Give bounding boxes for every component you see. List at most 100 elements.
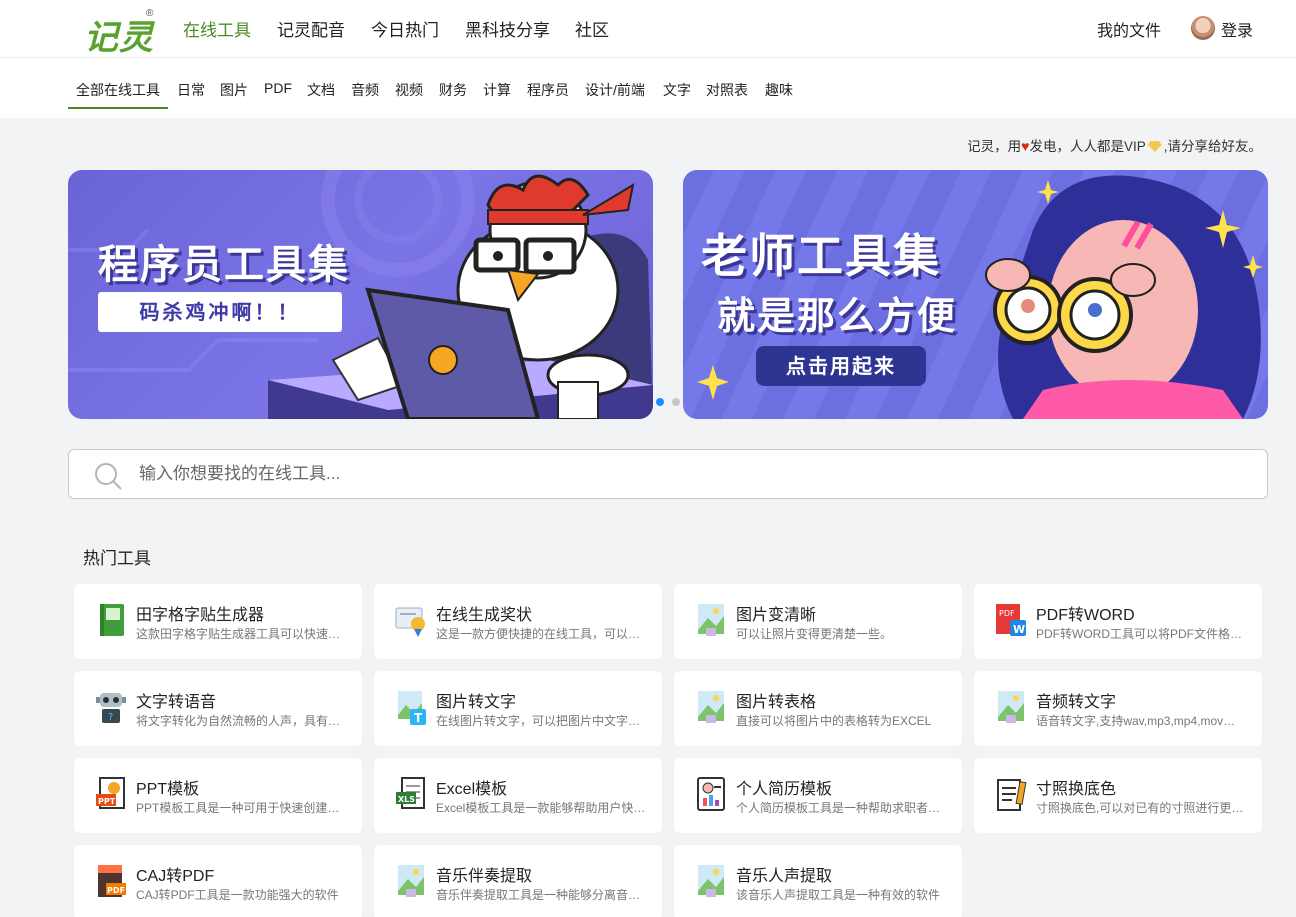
category-calc[interactable]: 计算 [483, 80, 511, 100]
tool-title: 音乐人声提取 [736, 868, 833, 885]
tool-card[interactable]: 寸照换底色 寸照换底色,可以对已有的寸照进行更换底色 [974, 758, 1262, 833]
banner-programmer-tools[interactable]: 程序员工具集 码杀鸡冲啊！！ [68, 170, 653, 419]
banner-teacher-tools[interactable]: 老师工具集 就是那么方便 点击用起来 [683, 170, 1268, 419]
tool-card[interactable]: PDF W PDF转WORD PDF转WORD工具可以将PDF文件格式转换 [974, 584, 1262, 659]
tool-card[interactable]: 图片变清晰 可以让照片变得更清楚一些。 [674, 584, 962, 659]
tool-card[interactable]: 音乐伴奏提取 音乐伴奏提取工具是一种能够分离音乐伴奏 [374, 845, 662, 917]
tool-title: 田字格字贴生成器 [136, 607, 265, 624]
category-audio[interactable]: 音频 [351, 80, 379, 100]
tool-title: PPT模板 [136, 781, 200, 798]
tool-title: 图片转文字 [436, 694, 517, 711]
tool-desc: CAJ转PDF工具是一款功能强大的软件 [136, 888, 339, 902]
tool-title: 图片转表格 [736, 694, 817, 711]
category-pdf[interactable]: PDF [264, 80, 292, 96]
banner-teacher-button[interactable]: 点击用起来 [756, 346, 926, 386]
search-box[interactable] [68, 449, 1268, 499]
diamond-icon [1147, 141, 1162, 152]
tool-card[interactable]: 音频转文字 语音转文字,支持wav,mp3,mp4,mov等格式 [974, 671, 1262, 746]
tool-title: 寸照换底色 [1036, 781, 1117, 798]
banner-teacher-title: 老师工具集 [701, 229, 941, 283]
tool-desc: 直接可以将图片中的表格转为EXCEL [736, 714, 932, 728]
category-text[interactable]: 文字 [663, 80, 691, 100]
tool-desc: 这款田字格字贴生成器工具可以快速生成字帖 [136, 627, 346, 641]
category-all[interactable]: 全部在线工具 [76, 80, 160, 100]
svg-text:?: ? [108, 712, 113, 723]
carousel-dot[interactable] [672, 398, 680, 406]
tool-card[interactable]: XLS Excel模板 Excel模板工具是一款能够帮助用户快速创建 [374, 758, 662, 833]
tool-desc: PDF转WORD工具可以将PDF文件格式转换 [1036, 627, 1246, 641]
grid-book-icon [100, 604, 124, 636]
my-files-link[interactable]: 我的文件 [1097, 17, 1161, 41]
tool-title: 文字转语音 [136, 694, 217, 711]
category-active-indicator [68, 107, 168, 109]
tool-title: PDF转WORD [1036, 607, 1135, 624]
tool-desc: 语音转文字,支持wav,mp3,mp4,mov等格式 [1036, 714, 1246, 728]
nav-tech-share[interactable]: 黑科技分享 [465, 16, 550, 41]
image-text-icon: T [398, 691, 426, 725]
tool-title: 图片变清晰 [736, 607, 817, 624]
svg-text:T: T [414, 711, 423, 725]
banner-programmer-tag: 码杀鸡冲啊！！ [98, 292, 342, 332]
tool-title: 音频转文字 [1036, 694, 1117, 711]
pdf-word-icon: PDF W [996, 604, 1026, 636]
tool-desc: Excel模板工具是一款能够帮助用户快速创建 [436, 801, 646, 815]
tool-card[interactable]: 田字格字贴生成器 这款田字格字贴生成器工具可以快速生成字帖 [74, 584, 362, 659]
category-video[interactable]: 视频 [395, 80, 423, 100]
category-design[interactable]: 设计/前端 [585, 80, 645, 100]
category-daily[interactable]: 日常 [177, 80, 205, 100]
tool-card[interactable]: ? 文字转语音 将文字转化为自然流畅的人声，具有多种音色 [74, 671, 362, 746]
notice-text-3: ,请分享给好友。 [1163, 139, 1262, 154]
login-link[interactable]: 登录 [1221, 17, 1253, 41]
tool-desc: PPT模板工具是一种可用于快速创建演示文稿 [136, 801, 346, 815]
category-programmer[interactable]: 程序员 [527, 80, 569, 100]
nav-community[interactable]: 社区 [575, 16, 609, 41]
tool-desc: 音乐伴奏提取工具是一种能够分离音乐伴奏 [436, 888, 646, 902]
category-fun[interactable]: 趣味 [765, 80, 793, 100]
svg-text:PPT: PPT [98, 797, 116, 806]
tool-card[interactable]: 音乐人声提取 该音乐人声提取工具是一种有效的软件 [674, 845, 962, 917]
tool-card[interactable]: 图片转表格 直接可以将图片中的表格转为EXCEL [674, 671, 962, 746]
tool-desc: 这是一款方便快捷的在线工具，可以快速生成奖状 [436, 627, 646, 641]
nav-online-tools[interactable]: 在线工具 [183, 16, 251, 41]
tool-title: Excel模板 [436, 781, 508, 798]
category-image[interactable]: 图片 [220, 80, 248, 100]
tool-card[interactable]: 个人简历模板 个人简历模板工具是一种帮助求职者制作简历 [674, 758, 962, 833]
user-avatar[interactable] [1191, 16, 1215, 40]
tool-title: 在线生成奖状 [436, 607, 533, 624]
id-photo-icon [997, 779, 1027, 811]
notice-text-1: 记灵，用 [967, 139, 1022, 154]
image-icon [698, 865, 724, 897]
tool-desc: 个人简历模板工具是一种帮助求职者制作简历 [736, 801, 946, 815]
category-table[interactable]: 对照表 [706, 80, 748, 100]
tool-card[interactable]: PDF CAJ转PDF CAJ转PDF工具是一款功能强大的软件 [74, 845, 362, 917]
carousel-dot-active[interactable] [656, 398, 664, 406]
resume-icon [697, 777, 725, 811]
tool-title: 个人简历模板 [736, 781, 833, 798]
tool-desc: 寸照换底色,可以对已有的寸照进行更换底色 [1036, 801, 1246, 815]
tool-card[interactable]: T 图片转文字 在线图片转文字，可以把图片中文字识别出来 [374, 671, 662, 746]
category-document[interactable]: 文档 [307, 80, 335, 100]
tool-title: CAJ转PDF [136, 868, 215, 885]
ppt-icon: PPT [96, 777, 125, 809]
vip-notice: 记灵，用♥发电，人人都是VIP ,请分享给好友。 [967, 135, 1262, 155]
nav-today-hot[interactable]: 今日热门 [371, 16, 439, 41]
image-icon [398, 865, 424, 897]
certificate-icon [395, 607, 425, 637]
svg-text:PDF: PDF [999, 609, 1015, 618]
excel-icon: XLS [396, 777, 425, 809]
category-finance[interactable]: 财务 [439, 80, 467, 100]
image-icon [698, 604, 724, 636]
search-input[interactable] [139, 450, 1239, 498]
site-logo[interactable]: 记灵 [84, 10, 154, 59]
tool-title: 音乐伴奏提取 [436, 868, 533, 885]
tool-card[interactable]: 在线生成奖状 这是一款方便快捷的在线工具，可以快速生成奖状 [374, 584, 662, 659]
tool-card[interactable]: PPT PPT模板 PPT模板工具是一种可用于快速创建演示文稿 [74, 758, 362, 833]
top-navbar: 记灵 ® 在线工具 记灵配音 今日热门 黑科技分享 社区 我的文件 登录 [0, 0, 1296, 58]
category-bar: 全部在线工具 日常 图片 PDF 文档 音频 视频 财务 计算 程序员 设计/前… [0, 58, 1296, 118]
svg-text:PDF: PDF [107, 886, 125, 895]
notice-text-2: 发电，人人都是VIP [1029, 139, 1146, 154]
hot-tools-title: 热门工具 [83, 549, 151, 568]
nav-dubbing[interactable]: 记灵配音 [277, 16, 345, 41]
banner-programmer-title: 程序员工具集 [98, 242, 350, 288]
search-icon [95, 463, 122, 490]
